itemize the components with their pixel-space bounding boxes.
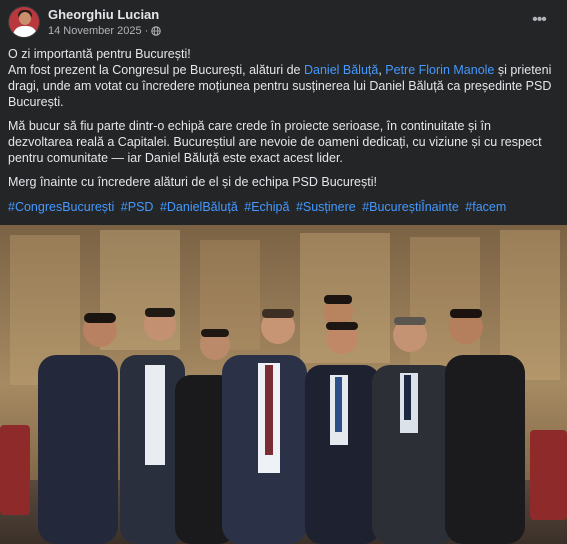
globe-icon xyxy=(151,26,161,36)
hashtag[interactable]: #CongresBucurești xyxy=(8,200,114,214)
hashtag[interactable]: #facem xyxy=(465,200,506,214)
meta-separator: · xyxy=(144,25,149,37)
post-paragraph-1: O zi importantă pentru București! Am fos… xyxy=(8,46,556,110)
hashtag[interactable]: #DanielBăluță xyxy=(160,200,238,214)
post-line-1: O zi importantă pentru București! xyxy=(8,47,191,61)
post-text-segment: Am fost prezent la Congresul pe Bucureșt… xyxy=(8,63,304,77)
post-paragraph-2: Mă bucur să fiu parte dintr-o echipă car… xyxy=(8,119,542,165)
facebook-post: Gheorghiu Lucian 14 November 2025 · ••• … xyxy=(0,0,567,544)
chair-right xyxy=(530,430,567,520)
post-date[interactable]: 14 November 2025 xyxy=(48,25,142,37)
chair-left xyxy=(0,425,30,515)
mention-daniel-baluta[interactable]: Daniel Băluță xyxy=(304,63,378,77)
hashtag[interactable]: #Echipă xyxy=(244,200,289,214)
post-meta: 14 November 2025 · xyxy=(48,25,161,37)
post-text: O zi importantă pentru București! Am fos… xyxy=(8,46,556,198)
people-group xyxy=(38,295,525,544)
more-options-icon[interactable]: ••• xyxy=(527,10,551,32)
hashtag[interactable]: #PSD xyxy=(121,200,154,214)
mention-petre-florin-manole[interactable]: Petre Florin Manole xyxy=(385,63,494,77)
hashtag[interactable]: #BucureștiÎnainte xyxy=(362,200,459,214)
post-paragraph-3: Merg înainte cu încredere alături de el … xyxy=(8,175,377,189)
group-photo[interactable] xyxy=(0,225,567,544)
hashtag-list: #CongresBucurești #PSD #DanielBăluță #Ec… xyxy=(8,199,556,215)
author-name[interactable]: Gheorghiu Lucian xyxy=(48,7,159,22)
hashtag[interactable]: #Susținere xyxy=(296,200,356,214)
author-avatar[interactable] xyxy=(8,6,40,38)
post-header: Gheorghiu Lucian 14 November 2025 · ••• xyxy=(0,0,567,44)
